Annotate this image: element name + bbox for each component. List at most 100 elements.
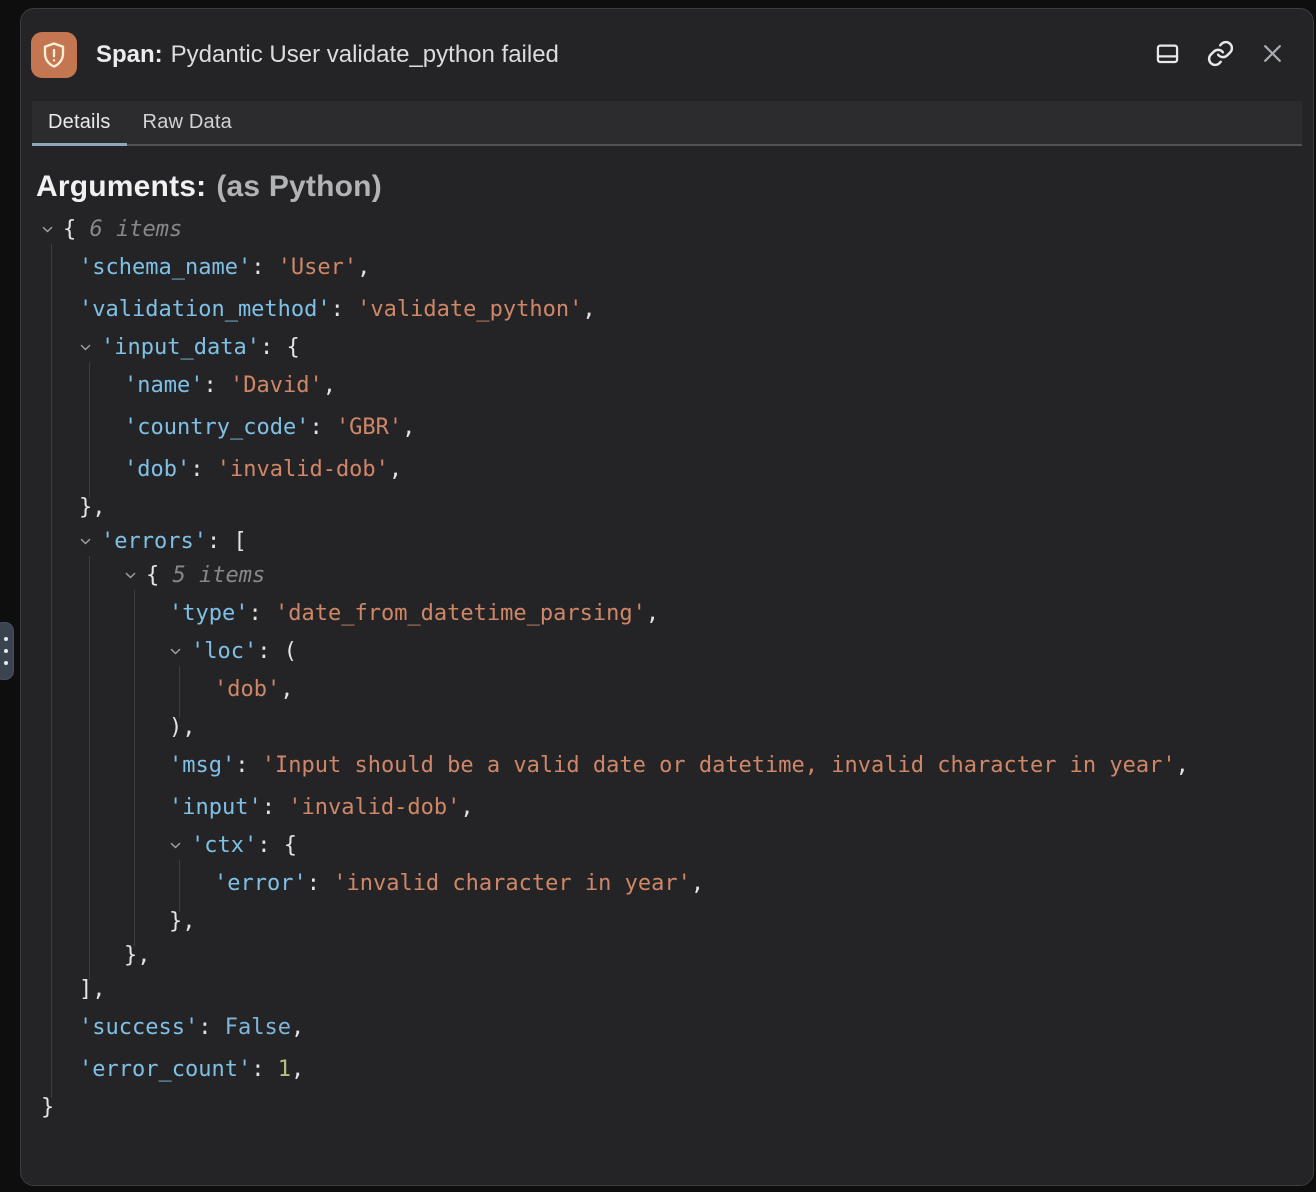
token-punct: : [248,601,275,626]
token-punct: : [190,457,217,482]
caret-down-icon[interactable] [79,343,101,354]
token-punct: , [280,677,293,702]
token-punct: , [1176,753,1189,778]
tree-row: }, [21,905,1313,939]
token-items: 6 items [90,217,183,242]
token-key: 'ctx' [191,833,257,858]
grip-dot [4,649,8,653]
dock-panel-button[interactable] [1152,38,1183,72]
tree-row: ], [21,973,1313,1007]
token-punct: , [460,795,473,820]
token-punct: : [307,871,334,896]
token-key: 'errors' [101,529,207,554]
tree-row: 'validation_method': 'validate_python', [21,289,1313,331]
dock-panel-bottom-icon [1154,40,1181,70]
token-punct: , [389,457,402,482]
token-str: 'validate_python' [357,297,582,322]
token-key: 'success' [79,1015,198,1040]
token-punct: , [402,415,415,440]
token-punct: { [146,563,173,588]
token-punct: , [646,601,659,626]
span-title-text: Pydantic User validate_python failed [171,41,559,68]
token-str: 'dob' [214,677,280,702]
link-icon [1206,39,1235,71]
page-title: Span: Pydantic User validate_python faile… [96,41,1152,69]
token-key: 'country_code' [124,415,309,440]
token-key: 'validation_method' [79,297,331,322]
arguments-format-label: (as Python) [216,170,382,203]
tree-row: 'msg': 'Input should be a valid date or … [21,745,1313,787]
span-label: Span: [96,41,163,68]
caret-down-icon[interactable] [41,225,63,236]
token-punct: : [235,753,262,778]
close-button[interactable] [1258,39,1287,71]
token-punct: }, [79,495,106,520]
indent-guide [134,590,135,946]
tab-raw-data[interactable]: Raw Data [127,101,248,144]
caret-down-icon[interactable] [169,841,191,852]
token-key: 'loc' [191,639,257,664]
token-str: 'User' [278,255,357,280]
grip-dot [4,637,8,641]
token-num: 1 [278,1057,291,1082]
shield-alert-icon [31,32,77,78]
token-punct: : { [257,833,297,858]
tree-row: ), [21,711,1313,745]
token-punct: , [323,373,336,398]
tree-row: 'input': 'invalid-dob', [21,787,1313,829]
token-key: 'type' [169,601,248,626]
tree-row: 'input_data': { [21,331,1313,365]
token-key: 'schema_name' [79,255,251,280]
token-key: 'msg' [169,753,235,778]
token-key: 'error_count' [79,1057,251,1082]
token-key: 'dob' [124,457,190,482]
token-punct: }, [124,943,151,968]
span-detail-panel: Span: Pydantic User validate_python faile… [20,8,1314,1186]
token-punct: : [203,373,230,398]
token-punct: ], [79,977,106,1002]
token-punct: : [331,297,358,322]
token-punct: : ( [257,639,297,664]
panel-header: Span: Pydantic User validate_python faile… [21,9,1313,101]
token-str: 'invalid-dob' [217,457,389,482]
tree-row: 'dob', [21,669,1313,711]
details-content: Arguments: (as Python) { 6 items 'schema_n… [21,146,1313,1125]
tab-details[interactable]: Details [32,101,127,144]
indent-guide [51,244,52,1098]
token-punct: , [582,297,595,322]
tree-row: { 5 items [21,559,1313,593]
tree-row: 'schema_name': 'User', [21,247,1313,289]
token-punct: ), [169,715,196,740]
token-punct: : [251,1057,278,1082]
tree-row: 'country_code': 'GBR', [21,407,1313,449]
tree-row: } [21,1091,1313,1125]
tree-row: }, [21,939,1313,973]
token-str: 'David' [230,373,323,398]
caret-down-icon[interactable] [79,537,101,548]
token-punct: }, [169,909,196,934]
tree-row: 'loc': ( [21,635,1313,669]
tree-row: 'success': False, [21,1007,1313,1049]
token-punct: : [198,1015,225,1040]
caret-down-icon[interactable] [169,647,191,658]
panel-resize-handle[interactable] [0,622,14,680]
copy-link-button[interactable] [1204,37,1237,73]
token-key: 'input' [169,795,262,820]
token-str: 'invalid-dob' [288,795,460,820]
token-punct: } [41,1095,54,1120]
token-punct: { [63,217,90,242]
tree-row: 'type': 'date_from_datetime_parsing', [21,593,1313,635]
tree-row: }, [21,491,1313,525]
caret-down-icon[interactable] [124,571,146,582]
token-punct: , [291,1057,304,1082]
token-punct: : [251,255,278,280]
tree-row: 'dob': 'invalid-dob', [21,449,1313,491]
token-punct: , [357,255,370,280]
arguments-heading: Arguments: (as Python) [36,170,1313,204]
json-tree: { 6 items'schema_name': 'User','validati… [21,213,1313,1125]
grip-dot [4,661,8,665]
indent-guide [89,362,90,498]
header-actions [1152,37,1287,73]
arguments-label: Arguments: [36,170,206,203]
token-key: 'error' [214,871,307,896]
